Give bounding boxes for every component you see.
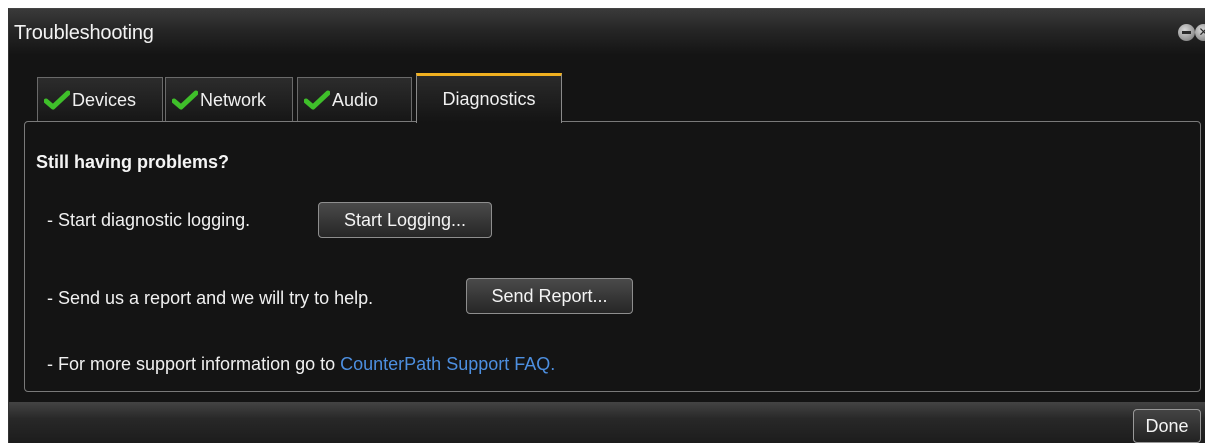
troubleshooting-window: Troubleshooting ✕ Devices Network Audio xyxy=(8,8,1205,443)
done-button[interactable]: Done xyxy=(1133,409,1201,443)
tab-label: Audio xyxy=(332,89,379,110)
diagnostics-panel: Still having problems? - Start diagnosti… xyxy=(24,121,1201,392)
tab-label: Network xyxy=(200,89,267,110)
logging-text: - Start diagnostic logging. xyxy=(47,210,251,230)
checkmark-icon xyxy=(304,90,330,110)
tab-audio[interactable]: Audio xyxy=(297,77,412,122)
title-bar[interactable]: Troubleshooting ✕ xyxy=(9,9,1205,55)
start-logging-button[interactable]: Start Logging... xyxy=(318,202,492,238)
close-icon: ✕ xyxy=(1195,24,1205,41)
tab-bar: Devices Network Audio Diagnostics xyxy=(31,73,1031,123)
support-faq-link[interactable]: CounterPath Support FAQ. xyxy=(340,354,555,374)
checkmark-icon xyxy=(172,90,198,110)
report-text: - Send us a report and we will try to he… xyxy=(47,288,374,308)
tab-label: Diagnostics xyxy=(442,89,536,109)
window-title: Troubleshooting xyxy=(14,22,154,44)
send-report-button[interactable]: Send Report... xyxy=(466,278,633,314)
minimize-icon xyxy=(1178,24,1195,41)
faq-line: - For more support information go to Cou… xyxy=(47,354,555,375)
tab-network[interactable]: Network xyxy=(165,77,293,122)
footer-bar: Done xyxy=(9,402,1205,443)
close-button[interactable]: ✕ xyxy=(1195,24,1205,41)
checkmark-icon xyxy=(44,90,70,110)
tab-devices[interactable]: Devices xyxy=(37,77,163,122)
minimize-button[interactable] xyxy=(1178,24,1195,41)
panel-heading: Still having problems? xyxy=(36,152,230,172)
tab-diagnostics[interactable]: Diagnostics xyxy=(416,73,562,123)
faq-text: - For more support information go to xyxy=(47,354,341,374)
tab-label: Devices xyxy=(72,89,137,110)
